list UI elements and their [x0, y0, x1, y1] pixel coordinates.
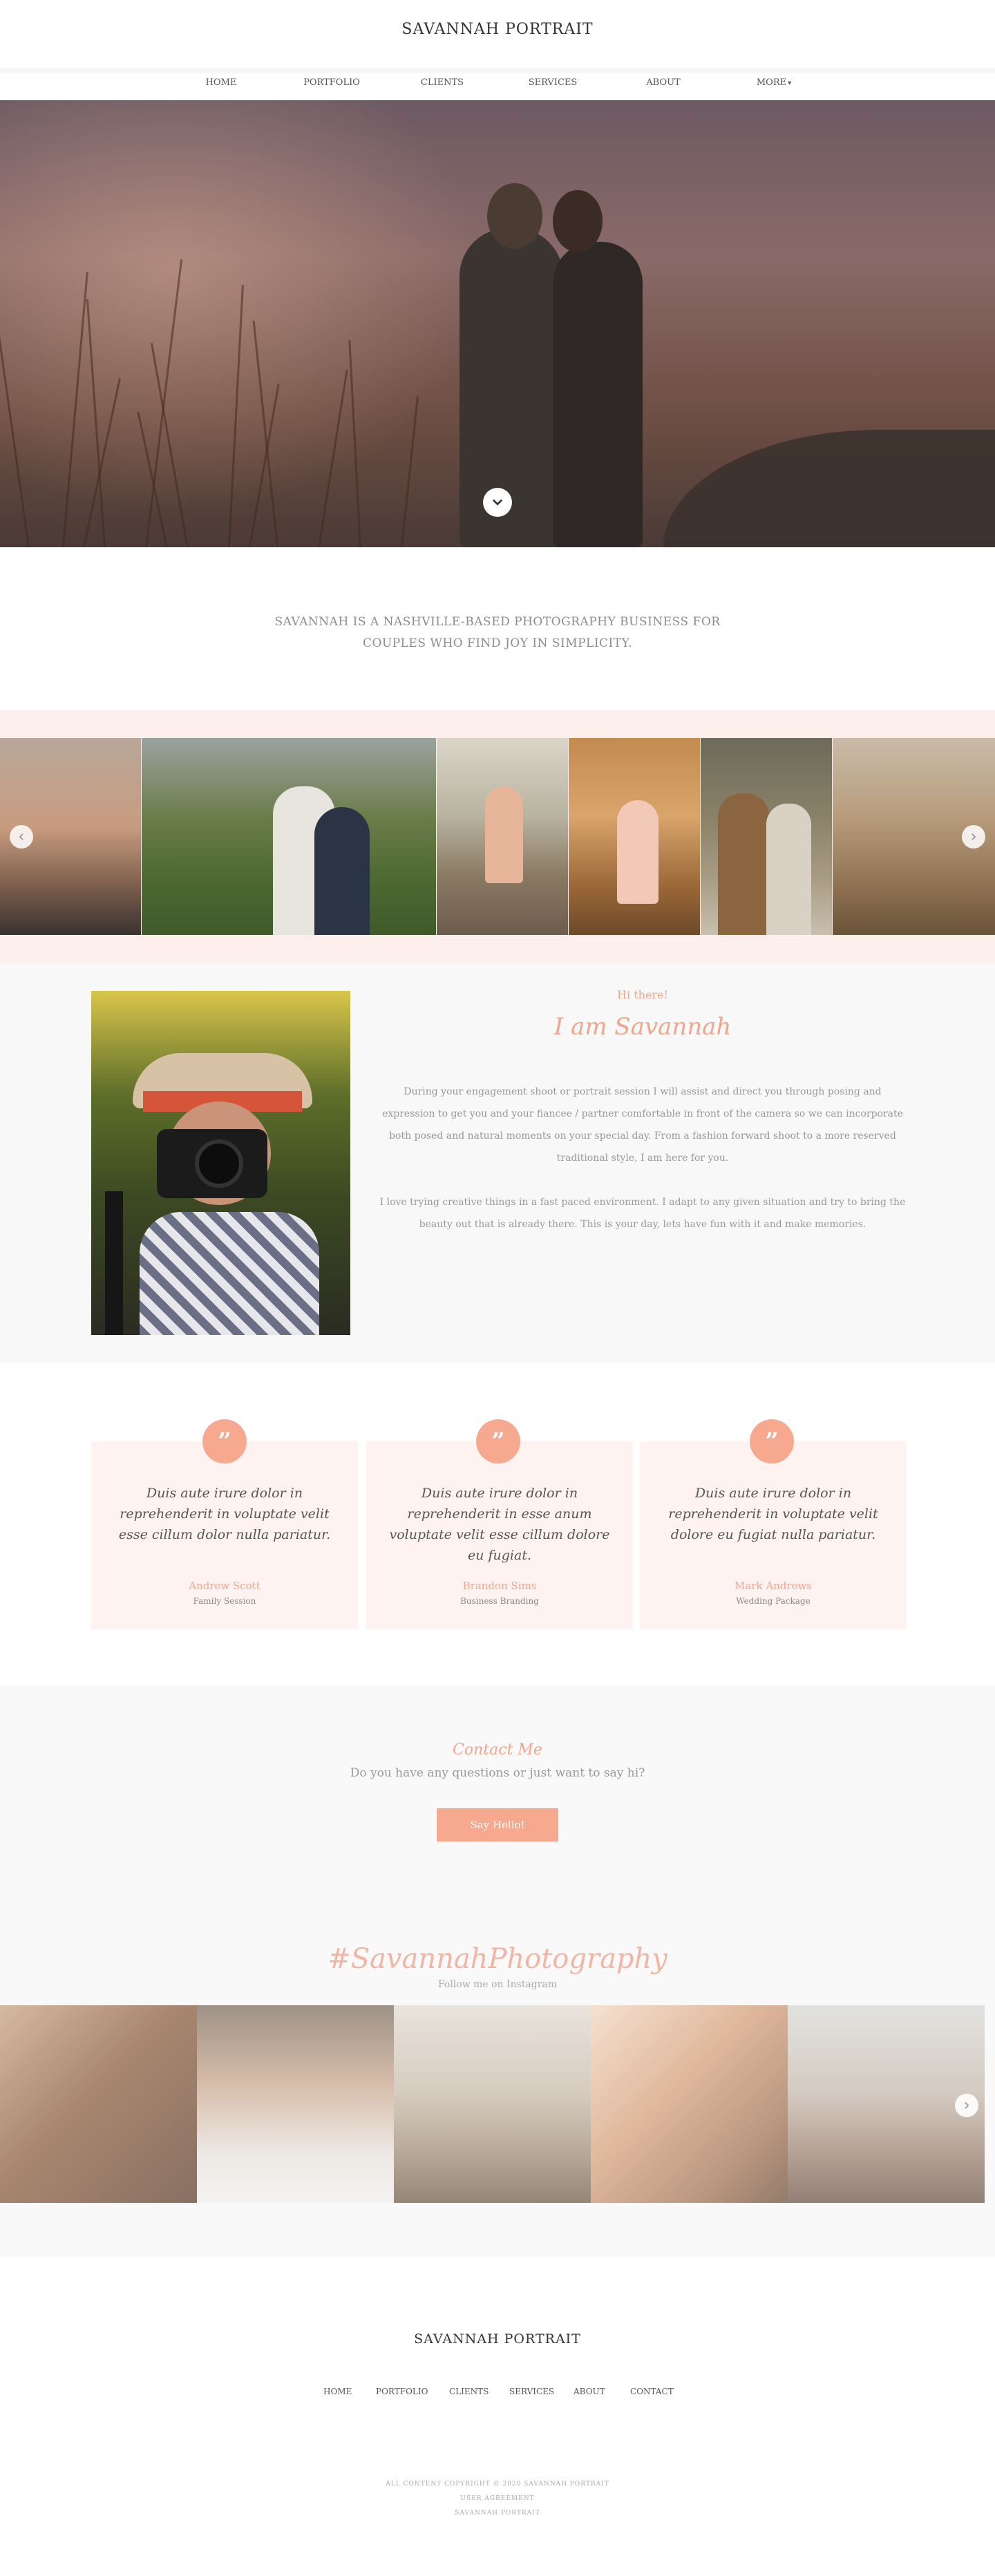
gallery-image[interactable]	[569, 738, 700, 935]
footer-link-about[interactable]: ABOUT	[574, 2387, 605, 2396]
user-agreement-link[interactable]: USER AGREEMENT	[0, 2495, 995, 2502]
nav-about[interactable]: ABOUT	[615, 77, 712, 88]
chevron-down-icon	[493, 499, 502, 506]
nav-services[interactable]: SERVICES	[504, 77, 601, 88]
gallery-image[interactable]	[142, 738, 436, 935]
footer-small-brand: SAVANNAH PORTRAIT	[455, 2510, 540, 2517]
say-hello-button[interactable]: Say Hello!	[437, 1808, 558, 1841]
hero-person-woman	[553, 242, 643, 547]
about-paragraph-2: I love trying creative things in a fast …	[379, 1197, 906, 1230]
about-greeting: Hi there!	[617, 988, 668, 1001]
instagram-heading: #SavannahPhotography	[328, 1943, 667, 1975]
contact-subtitle: Do you have any questions or just want t…	[350, 1766, 645, 1780]
nav-home[interactable]: HOME	[173, 77, 269, 88]
instagram-next-button[interactable]	[955, 2094, 978, 2117]
testimonial-card: Duis aute irure dolor in reprehenderit i…	[366, 1441, 633, 1629]
testimonial-name: Mark Andrews	[734, 1580, 812, 1592]
nav-clients[interactable]: CLIENTS	[394, 77, 491, 88]
quote-icon: ”	[202, 1419, 247, 1464]
copyright-text: ALL CONTENT COPYRIGHT © 2020 SAVANNAH PO…	[386, 2481, 609, 2488]
footer-brand[interactable]: SAVANNAH PORTRAIT	[0, 2331, 995, 2347]
testimonial-quote: Duis aute irure dolor in reprehenderit i…	[389, 1486, 610, 1563]
testimonial-card: Duis aute irure dolor in reprehenderit i…	[640, 1441, 907, 1629]
hero-hill	[663, 430, 995, 547]
testimonial-name: Brandon Sims	[462, 1580, 537, 1592]
testimonial-quote: Duis aute irure dolor in reprehenderit i…	[668, 1486, 878, 1542]
portfolio-gallery	[0, 738, 995, 935]
instagram-image[interactable]	[197, 2005, 394, 2203]
instagram-image[interactable]	[0, 2005, 197, 2203]
chevron-right-icon	[972, 833, 976, 840]
quote-icon: ”	[750, 1419, 794, 1464]
instagram-image[interactable]	[394, 2005, 591, 2203]
testimonial-quote: Duis aute irure dolor in reprehenderit i…	[118, 1486, 331, 1542]
footer-link-services[interactable]: SERVICES	[509, 2387, 554, 2396]
chevron-down-icon: ▾	[788, 79, 792, 87]
site-header: SAVANNAH PORTRAIT HOME PORTFOLIO CLIENTS…	[0, 0, 995, 100]
hero-image	[0, 100, 995, 547]
footer-link-clients[interactable]: CLIENTS	[449, 2387, 489, 2396]
testimonial-name: Andrew Scott	[189, 1580, 260, 1592]
chevron-left-icon	[19, 833, 23, 840]
footer-link-contact[interactable]: CONTACT	[630, 2387, 674, 2396]
about-heading: I am Savannah	[553, 1013, 732, 1041]
nav-more[interactable]: MORE ▾	[726, 77, 822, 88]
gallery-next-button[interactable]	[962, 825, 985, 849]
gallery-prev-button[interactable]	[10, 825, 33, 849]
nav-more-label: MORE	[756, 77, 787, 88]
about-paragraph-1: During your engagement shoot or portrait…	[382, 1086, 903, 1164]
site-brand[interactable]: SAVANNAH PORTRAIT	[0, 21, 995, 38]
footer-link-home[interactable]: HOME	[323, 2387, 352, 2396]
contact-heading: Contact Me	[453, 1741, 542, 1759]
site-footer	[0, 2257, 995, 2576]
quote-icon: ”	[476, 1419, 520, 1464]
intro-text: SAVANNAH IS A NASHVILLE-BASED PHOTOGRAPH…	[274, 615, 721, 650]
scroll-down-button[interactable]	[483, 488, 512, 517]
instagram-subtitle[interactable]: Follow me on Instagram	[0, 1979, 995, 1990]
about-photo	[91, 991, 350, 1335]
gallery-image[interactable]	[437, 738, 568, 935]
testimonial-role: Business Branding	[460, 1596, 539, 1606]
nav-portfolio[interactable]: PORTFOLIO	[283, 77, 380, 88]
testimonial-role: Wedding Package	[736, 1596, 811, 1606]
testimonial-role: Family Session	[193, 1596, 256, 1606]
instagram-feed	[0, 2005, 985, 2203]
intro-section: SAVANNAH IS A NASHVILLE-BASED PHOTOGRAPH…	[0, 547, 995, 710]
instagram-image[interactable]	[591, 2005, 788, 2203]
gallery-image[interactable]	[701, 738, 832, 935]
chevron-right-icon	[965, 2102, 969, 2109]
footer-link-portfolio[interactable]: PORTFOLIO	[376, 2387, 428, 2396]
testimonial-card: Duis aute irure dolor in reprehenderit i…	[91, 1441, 358, 1629]
main-nav: HOME PORTFOLIO CLIENTS SERVICES ABOUT MO…	[0, 73, 995, 100]
header-divider	[0, 68, 995, 73]
